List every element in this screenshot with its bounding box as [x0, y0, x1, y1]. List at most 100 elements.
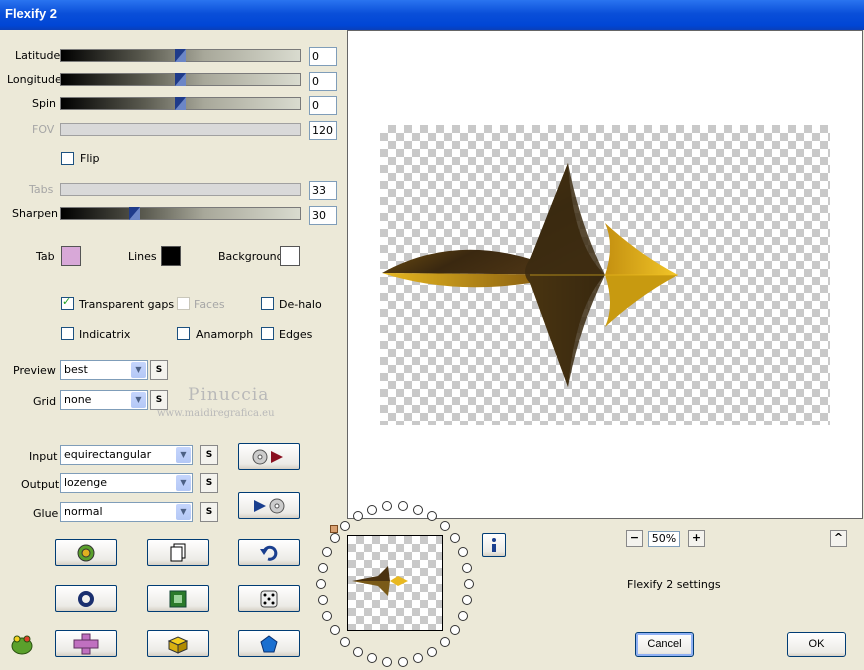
run-back-button[interactable]: [238, 492, 300, 519]
collapse-button[interactable]: ^: [830, 530, 847, 547]
ring-dot[interactable]: [439, 521, 450, 532]
chevron-down-icon[interactable]: ▼: [176, 475, 191, 491]
tab-color-swatch[interactable]: [61, 246, 81, 266]
spin-value[interactable]: 0: [309, 96, 337, 115]
ring-dot[interactable]: [427, 646, 437, 657]
background-color-swatch[interactable]: [280, 246, 300, 266]
undo-button[interactable]: [238, 539, 300, 566]
slider-thumb[interactable]: [175, 49, 186, 62]
ring-button[interactable]: [55, 585, 117, 612]
ring-dot[interactable]: [439, 636, 450, 647]
latitude-value[interactable]: 0: [309, 47, 337, 66]
tabs-value[interactable]: 33: [309, 181, 337, 200]
cube-button[interactable]: [147, 630, 209, 657]
chevron-down-icon[interactable]: ▼: [176, 447, 191, 463]
square-button[interactable]: [147, 585, 209, 612]
ring-dot[interactable]: [412, 653, 423, 664]
ring-dot[interactable]: [367, 504, 378, 515]
ring-dot[interactable]: [462, 562, 473, 573]
zoom-out-button[interactable]: −: [626, 530, 643, 547]
output-select[interactable]: lozenge ▼: [60, 473, 193, 493]
latitude-slider[interactable]: [60, 49, 301, 62]
glue-s-button[interactable]: S: [200, 502, 218, 522]
ok-button[interactable]: OK: [787, 632, 846, 657]
glue-select[interactable]: normal ▼: [60, 502, 193, 522]
status-text: Flexify 2 settings: [627, 578, 721, 591]
ring-dot[interactable]: [353, 646, 363, 657]
preview-select[interactable]: best ▼: [60, 360, 148, 380]
output-s-button[interactable]: S: [200, 473, 218, 493]
info-button[interactable]: [482, 533, 506, 557]
anamorph-checkbox[interactable]: [177, 327, 190, 340]
zoom-level: 50%: [648, 531, 680, 547]
ring-dot[interactable]: [340, 636, 351, 647]
ring-dot[interactable]: [449, 624, 460, 635]
preview-s-button[interactable]: S: [150, 360, 168, 380]
sharpen-slider[interactable]: [60, 207, 301, 220]
ring-dot[interactable]: [462, 595, 473, 606]
ring-dot[interactable]: [340, 521, 351, 532]
grid-select[interactable]: none ▼: [60, 390, 148, 410]
ring-dot[interactable]: [330, 624, 341, 635]
input-select[interactable]: equirectangular ▼: [60, 445, 193, 465]
output-select-value: lozenge: [64, 476, 108, 489]
settings-button[interactable]: [55, 539, 117, 566]
ring-dot[interactable]: [457, 610, 468, 621]
ring-dot[interactable]: [412, 504, 423, 515]
lines-color-swatch[interactable]: [161, 246, 181, 266]
chevron-down-icon[interactable]: ▼: [131, 362, 146, 378]
flip-checkbox[interactable]: [61, 152, 74, 165]
ring-dot[interactable]: [322, 547, 333, 558]
run-forward-button[interactable]: [238, 443, 300, 470]
pentagon-button[interactable]: [238, 630, 300, 657]
zoom-in-button[interactable]: +: [688, 530, 705, 547]
ring-dot[interactable]: [353, 511, 363, 522]
window-title: Flexify 2: [5, 6, 58, 21]
chevron-down-icon[interactable]: ▼: [176, 504, 191, 520]
title-bar: Flexify 2: [0, 0, 864, 30]
fov-value[interactable]: 120: [309, 121, 337, 140]
ring-dot[interactable]: [397, 656, 408, 667]
spin-slider[interactable]: [60, 97, 301, 110]
indicatrix-checkbox[interactable]: [61, 327, 74, 340]
sharpen-value[interactable]: 30: [309, 206, 337, 225]
copy-button[interactable]: [147, 539, 209, 566]
ring-dot[interactable]: [427, 511, 437, 522]
ring-dot[interactable]: [457, 547, 468, 558]
yellow-cube-icon: [167, 635, 189, 654]
play-cd-icon: [254, 498, 285, 513]
navigator-handle[interactable]: [330, 525, 338, 533]
random-button[interactable]: [238, 585, 300, 612]
dehalo-checkbox[interactable]: [261, 297, 274, 310]
longitude-slider[interactable]: [60, 73, 301, 86]
latitude-label: Latitude: [15, 49, 61, 62]
slider-thumb[interactable]: [129, 207, 140, 220]
longitude-value[interactable]: 0: [309, 72, 337, 91]
ring-dot[interactable]: [317, 562, 328, 573]
grid-s-button[interactable]: S: [150, 390, 168, 410]
ring-dot[interactable]: [317, 595, 328, 606]
ring-dot[interactable]: [464, 579, 474, 589]
ring-dot[interactable]: [367, 653, 378, 664]
edges-checkbox[interactable]: [261, 327, 274, 340]
purple-cross-icon: [73, 633, 99, 654]
fov-label: FOV: [32, 123, 55, 136]
longitude-label: Longitude: [7, 73, 62, 86]
navigator-thumbnail[interactable]: [347, 535, 443, 631]
transparent-gaps-checkbox[interactable]: ✓: [61, 295, 74, 310]
cross-button[interactable]: [55, 630, 117, 657]
input-s-button[interactable]: S: [200, 445, 218, 465]
slider-thumb[interactable]: [175, 73, 186, 86]
ring-dot[interactable]: [449, 533, 460, 544]
dice-icon: [260, 590, 278, 607]
chevron-down-icon[interactable]: ▼: [131, 392, 146, 408]
slider-thumb[interactable]: [175, 97, 186, 110]
ring-dot[interactable]: [330, 533, 341, 544]
glue-select-value: normal: [64, 505, 103, 518]
ring-dot[interactable]: [322, 610, 333, 621]
copy-page-icon: [170, 543, 186, 561]
cancel-button[interactable]: Cancel: [635, 632, 694, 657]
preview-panel[interactable]: [347, 30, 863, 519]
ring-dot[interactable]: [382, 656, 393, 667]
ring-dot[interactable]: [316, 579, 326, 589]
